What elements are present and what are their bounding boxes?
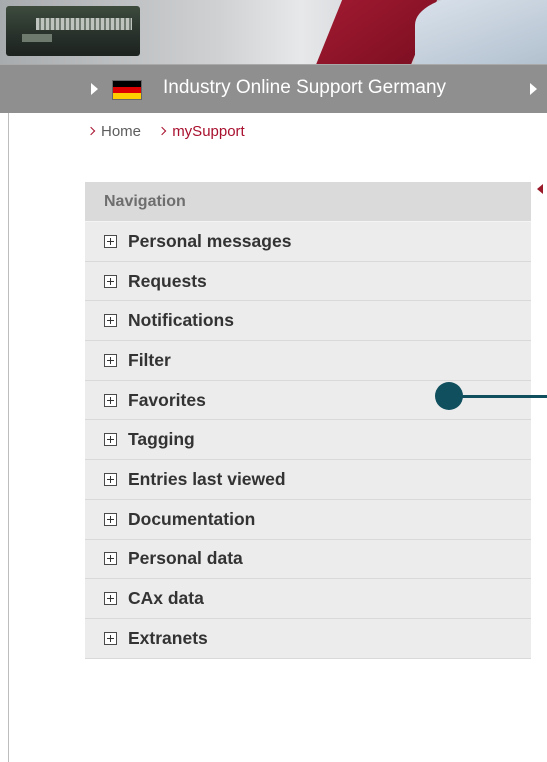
navigation-title: Navigation: [85, 182, 531, 222]
nav-item-label[interactable]: Notifications: [128, 310, 234, 331]
expand-plus-icon[interactable]: [104, 552, 117, 566]
expand-plus-icon[interactable]: [104, 592, 117, 606]
expand-arrow-icon[interactable]: [91, 83, 98, 95]
next-arrow-icon[interactable]: [530, 83, 537, 95]
expand-plus-icon[interactable]: [104, 353, 117, 367]
nav-item-label[interactable]: Requests: [128, 271, 207, 292]
breadcrumb-label[interactable]: mySupport: [172, 123, 245, 140]
nav-item-label[interactable]: Tagging: [128, 429, 195, 450]
nav-item-favorites[interactable]: Favorites: [85, 380, 531, 421]
nav-item-requests[interactable]: Requests: [85, 261, 531, 302]
nav-item-notifications[interactable]: Notifications: [85, 301, 531, 342]
nav-item-label[interactable]: Extranets: [128, 628, 208, 649]
nav-item-label[interactable]: Favorites: [128, 390, 206, 411]
banner-blue-shape: [415, 0, 547, 64]
nav-item-label[interactable]: Personal data: [128, 548, 243, 569]
chevron-right-icon: [86, 126, 96, 136]
expand-plus-icon[interactable]: [104, 274, 117, 288]
expand-plus-icon[interactable]: [104, 472, 117, 486]
expand-plus-icon[interactable]: [104, 433, 117, 447]
nav-item-cax-data[interactable]: CAx data: [85, 579, 531, 619]
nav-item-personal-messages[interactable]: Personal messages: [85, 222, 531, 262]
nav-item-documentation[interactable]: Documentation: [85, 499, 531, 540]
nav-item-label[interactable]: Entries last viewed: [128, 469, 286, 490]
nav-item-extranets[interactable]: Extranets: [85, 618, 531, 659]
nav-item-label[interactable]: Personal messages: [128, 231, 291, 252]
nav-item-label[interactable]: CAx data: [128, 588, 204, 609]
callout-pointer-line: [455, 395, 547, 398]
breadcrumb: Home mySupport: [86, 121, 259, 140]
expand-plus-icon[interactable]: [104, 314, 117, 328]
device-image: [6, 6, 140, 56]
breadcrumb-home[interactable]: Home: [86, 123, 141, 140]
page-frame-line: [8, 113, 9, 762]
nav-item-tagging[interactable]: Tagging: [85, 420, 531, 461]
breadcrumb-label[interactable]: Home: [101, 123, 141, 140]
nav-item-label[interactable]: Filter: [128, 350, 171, 371]
navigation-panel: Navigation Personal messages Requests Noti…: [85, 182, 531, 659]
collapse-marker-icon[interactable]: [537, 184, 543, 194]
nav-item-label[interactable]: Documentation: [128, 509, 255, 530]
nav-item-filter[interactable]: Filter: [85, 341, 531, 381]
site-title[interactable]: Industry Online Support Germany: [163, 77, 446, 99]
germany-flag-icon: [112, 80, 142, 100]
expand-plus-icon[interactable]: [104, 393, 117, 407]
expand-plus-icon[interactable]: [104, 631, 117, 645]
expand-plus-icon[interactable]: [104, 234, 117, 248]
breadcrumb-mysupport[interactable]: mySupport: [157, 123, 245, 140]
header-banner-image: [0, 0, 547, 64]
nav-item-personal-data[interactable]: Personal data: [85, 539, 531, 580]
site-title-bar: Industry Online Support Germany: [0, 64, 547, 113]
expand-plus-icon[interactable]: [104, 512, 117, 526]
chevron-right-icon: [157, 126, 167, 136]
nav-item-entries-last-viewed[interactable]: Entries last viewed: [85, 460, 531, 500]
